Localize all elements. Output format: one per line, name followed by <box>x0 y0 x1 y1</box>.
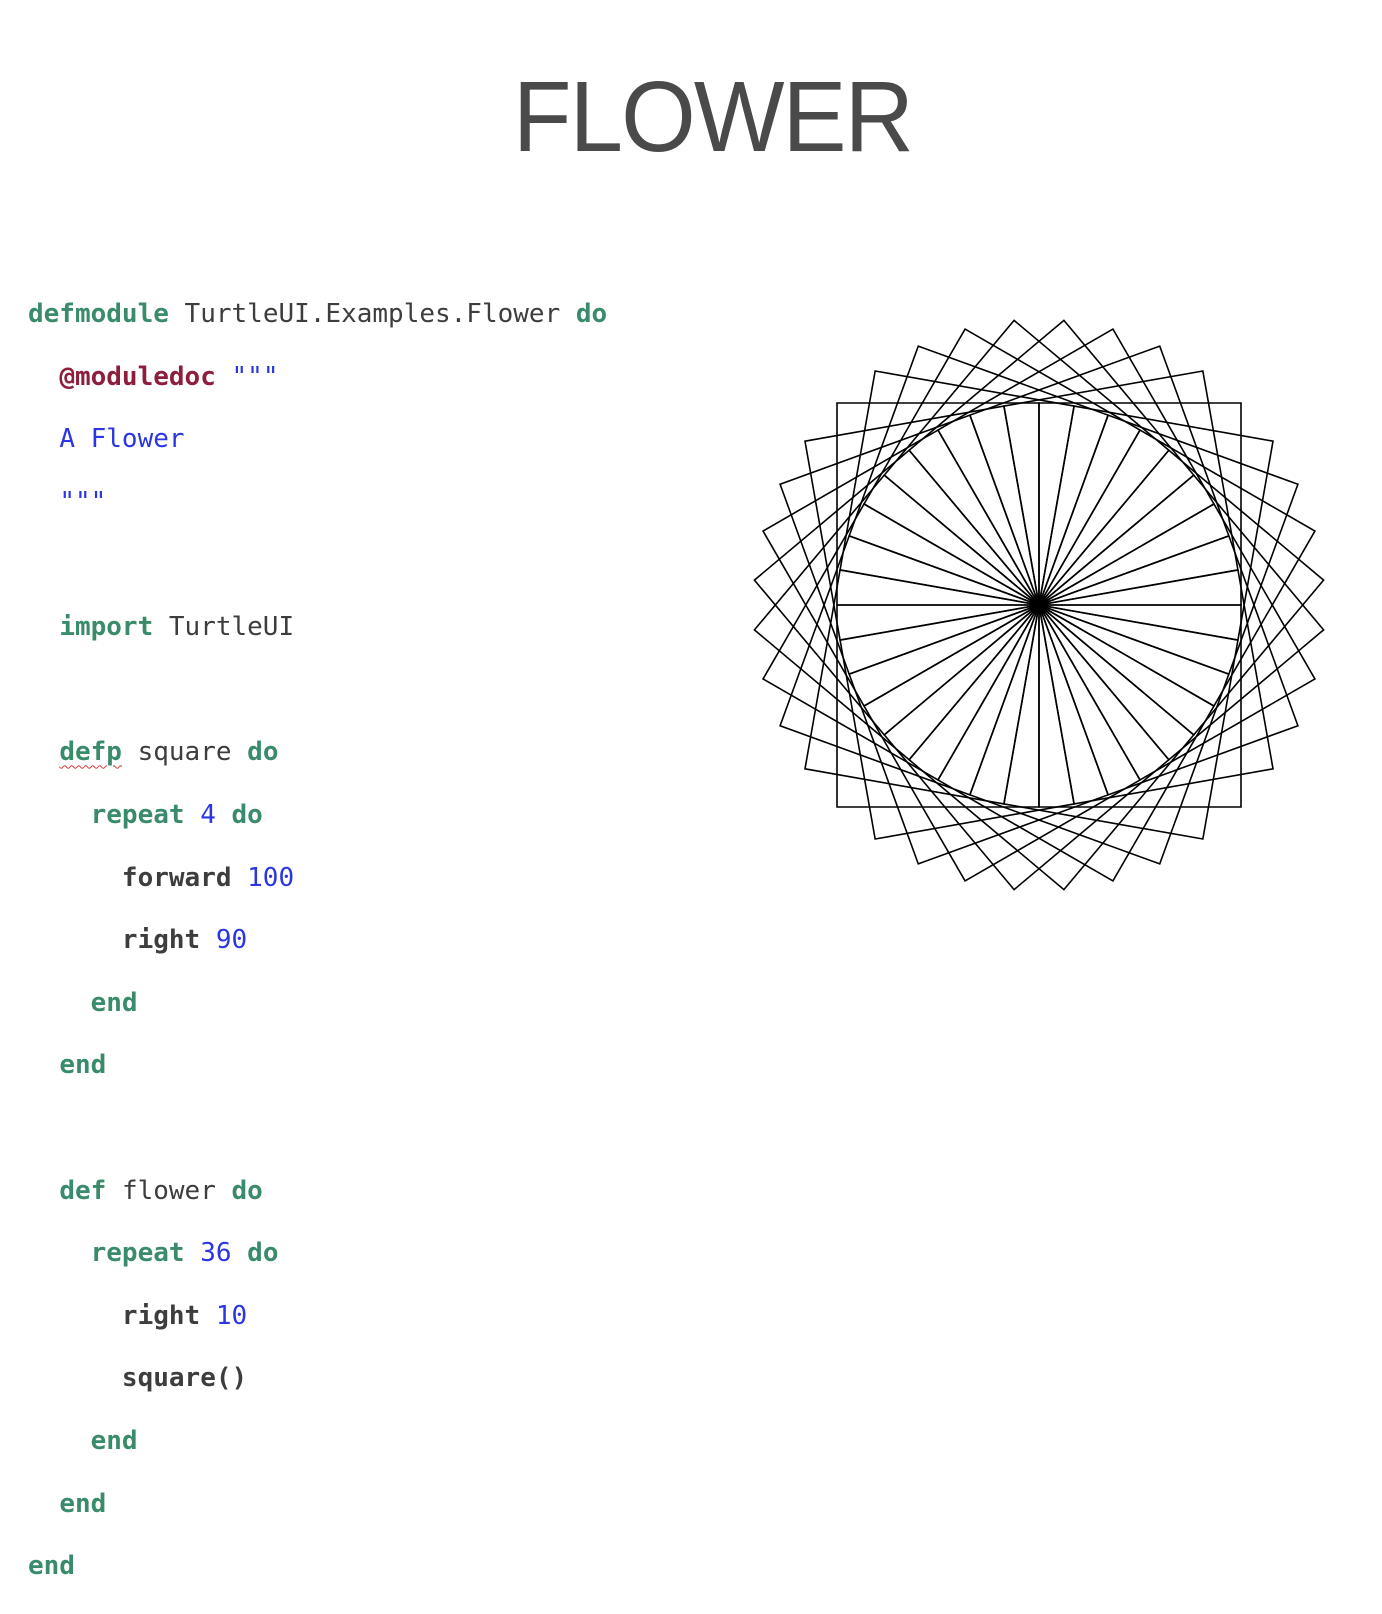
code-line-10: forward 100 <box>28 863 607 894</box>
code-line-13: end <box>28 1050 607 1081</box>
call-square: square() <box>122 1363 247 1393</box>
flower-square <box>1039 406 1273 640</box>
code-line-6: import TurtleUI <box>28 612 607 643</box>
code-line-2: @moduledoc """ <box>28 362 607 393</box>
keyword-do: do <box>232 1176 263 1206</box>
code-line-8: defp square do <box>28 737 607 768</box>
flower-square <box>837 403 1039 605</box>
call-right: right <box>122 1301 200 1331</box>
flower-square <box>1039 403 1241 605</box>
flower-square <box>864 605 1140 881</box>
flower-square <box>1039 430 1315 706</box>
moduledoc-attribute: @moduledoc <box>59 362 216 392</box>
flower-square <box>938 329 1214 605</box>
flower-square <box>754 475 1039 760</box>
repeat-count: 4 <box>200 800 216 830</box>
flower-square <box>763 504 1039 780</box>
keyword-end: end <box>59 1489 106 1519</box>
flower-square <box>864 329 1140 605</box>
flower-square <box>763 430 1039 706</box>
code-line-20: end <box>28 1489 607 1520</box>
right-argument: 90 <box>216 925 247 955</box>
forward-argument: 100 <box>247 863 294 893</box>
flower-square <box>849 605 1108 864</box>
flower-square <box>780 415 1039 674</box>
keyword-do: do <box>232 800 263 830</box>
function-name-square: square <box>138 737 232 767</box>
flower-square <box>1039 536 1298 795</box>
keyword-do: do <box>247 737 278 767</box>
code-line-5 <box>28 550 607 581</box>
import-module-name: TurtleUI <box>169 612 294 642</box>
code-line-4: """ <box>28 487 607 518</box>
flower-square <box>840 371 1074 605</box>
function-name-flower: flower <box>122 1176 216 1206</box>
keyword-def: def <box>59 1176 106 1206</box>
code-listing: defmodule TurtleUI.Examples.Flower do @m… <box>28 268 607 1614</box>
code-line-17: right 10 <box>28 1301 607 1332</box>
keyword-do: do <box>247 1238 278 1268</box>
right-argument: 10 <box>216 1301 247 1331</box>
code-line-12: end <box>28 988 607 1019</box>
flower-square <box>1039 605 1241 807</box>
keyword-end: end <box>59 1050 106 1080</box>
code-line-11: right 90 <box>28 925 607 956</box>
flower-square <box>1004 605 1238 839</box>
repeat-count: 36 <box>200 1238 231 1268</box>
keyword-do: do <box>576 299 607 329</box>
flower-square <box>849 346 1108 605</box>
keyword-end: end <box>91 1426 138 1456</box>
call-forward: forward <box>122 863 232 893</box>
flower-square <box>780 536 1039 795</box>
keyword-end: end <box>91 988 138 1018</box>
code-line-7 <box>28 675 607 706</box>
module-name: TurtleUI.Examples.Flower <box>185 299 561 329</box>
flower-square <box>970 346 1229 605</box>
flower-square <box>805 406 1039 640</box>
flower-square <box>837 605 1039 807</box>
flower-square <box>1039 415 1298 674</box>
code-line-15: def flower do <box>28 1176 607 1207</box>
flower-square <box>805 570 1039 804</box>
flower-squares-group <box>754 320 1323 889</box>
code-line-21: end <box>28 1551 607 1582</box>
keyword-defp: defp <box>59 737 122 767</box>
flower-square <box>1039 570 1273 804</box>
flower-square <box>909 605 1194 890</box>
flower-square <box>884 605 1169 890</box>
flower-square <box>754 450 1039 735</box>
slide-title: FLOWER <box>29 62 1382 172</box>
keyword-import: import <box>59 612 153 642</box>
docstring-close: """ <box>59 487 106 517</box>
flower-square <box>909 320 1194 605</box>
flower-square <box>840 605 1074 839</box>
flower-square <box>1004 371 1238 605</box>
flower-square <box>970 605 1229 864</box>
keyword-repeat: repeat <box>91 1238 185 1268</box>
flower-square <box>1039 475 1324 760</box>
code-line-3: A Flower <box>28 424 607 455</box>
docstring-text: A Flower <box>59 424 184 454</box>
call-right: right <box>122 925 200 955</box>
keyword-defmodule: defmodule <box>28 299 169 329</box>
flower-square <box>938 605 1214 881</box>
keyword-end: end <box>28 1551 75 1581</box>
docstring-open: """ <box>232 362 279 392</box>
code-line-18: square() <box>28 1363 607 1394</box>
keyword-repeat: repeat <box>91 800 185 830</box>
flower-square <box>1039 504 1315 780</box>
code-line-16: repeat 36 do <box>28 1238 607 1269</box>
code-line-9: repeat 4 do <box>28 800 607 831</box>
flower-square <box>884 320 1169 605</box>
flower-square <box>1039 450 1324 735</box>
code-line-14 <box>28 1113 607 1144</box>
code-line-1: defmodule TurtleUI.Examples.Flower do <box>28 299 607 330</box>
code-line-19: end <box>28 1426 607 1457</box>
